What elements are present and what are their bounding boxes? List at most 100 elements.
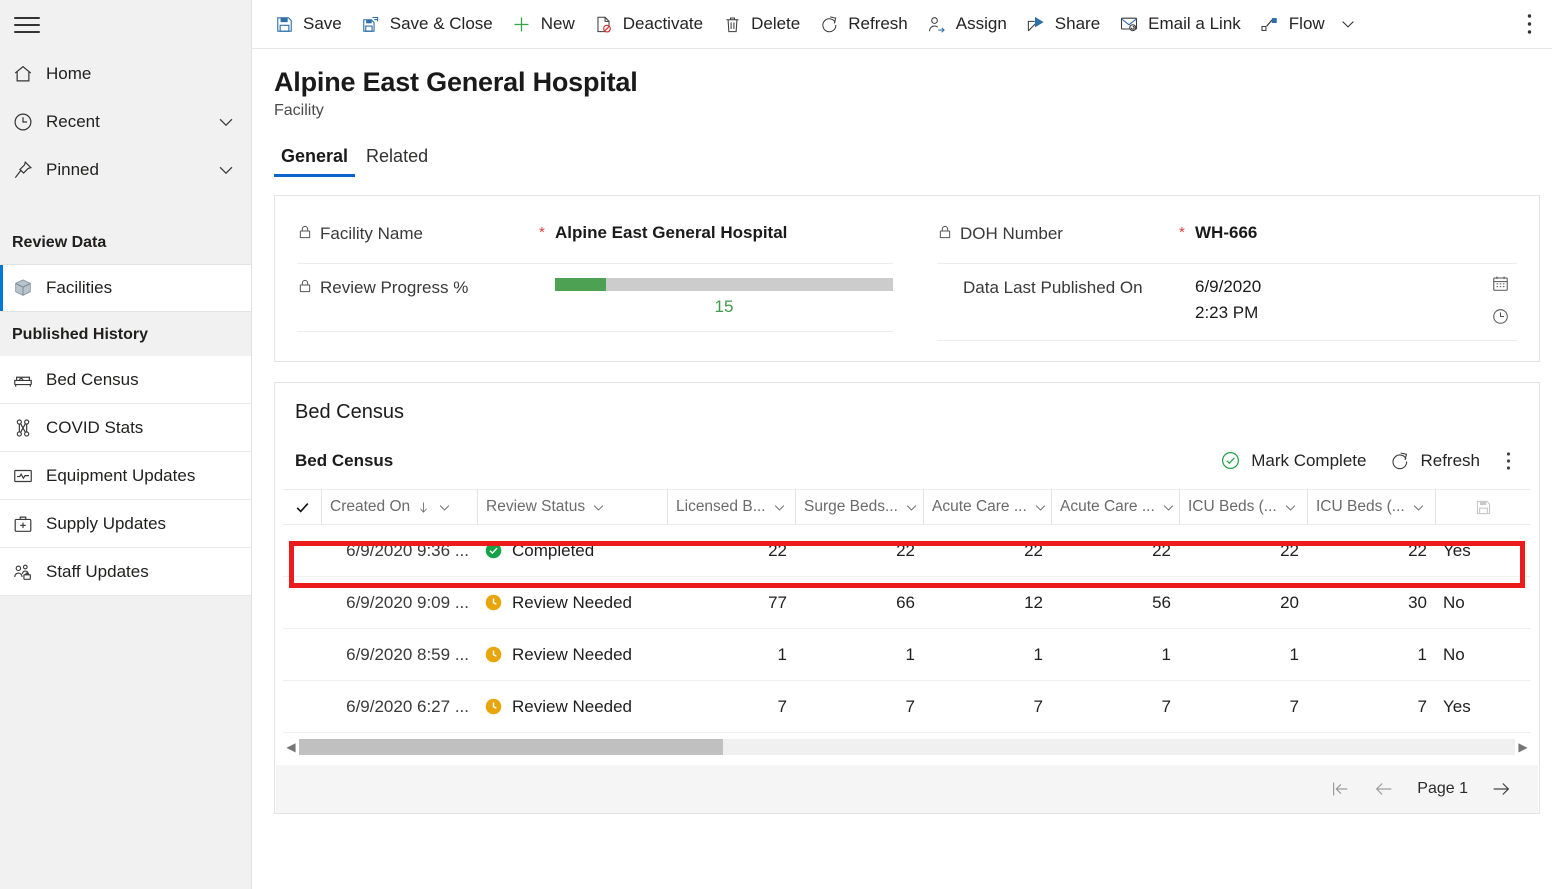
chevron-down-icon[interactable]	[215, 159, 237, 181]
table-row[interactable]: 6/9/2020 8:59 ...Review Needed111111No	[283, 629, 1531, 681]
select-all-checkbox[interactable]	[283, 489, 321, 525]
sidebar-item-recent[interactable]: Recent	[0, 98, 251, 146]
mark-complete-button[interactable]: Mark Complete	[1210, 444, 1376, 477]
cell-icu-beds-1[interactable]: 7	[1179, 697, 1307, 717]
cell-icu-beds-1[interactable]: 1	[1179, 645, 1307, 665]
cell-created-on[interactable]: 6/9/2020 9:09 ...	[321, 593, 477, 613]
cell-icu-beds-1[interactable]: 20	[1179, 593, 1307, 613]
sidebar-item-home[interactable]: Home	[0, 50, 251, 98]
column-header-surge-beds[interactable]: Surge Beds...	[795, 489, 923, 525]
chevron-down-icon[interactable]	[772, 500, 787, 515]
page-prev-button[interactable]	[1373, 778, 1395, 800]
save-and-close-button[interactable]: Save & Close	[351, 4, 502, 44]
facility-name-value[interactable]: Alpine East General Hospital	[555, 218, 893, 243]
command-bar-overflow-button[interactable]	[1521, 4, 1546, 44]
new-button[interactable]: New	[502, 4, 584, 44]
cell-review-status[interactable]: Completed	[477, 541, 667, 561]
cell-acute-care-2[interactable]: 56	[1051, 593, 1179, 613]
chevron-down-icon[interactable]	[1033, 500, 1048, 515]
cell-acute-care-1[interactable]: 7	[923, 697, 1051, 717]
cell-licensed-beds[interactable]: 22	[667, 541, 795, 561]
cell-review-status[interactable]: Review Needed	[477, 593, 667, 613]
page-next-button[interactable]	[1490, 778, 1512, 800]
deactivate-button[interactable]: Deactivate	[584, 4, 712, 44]
column-header-icu-beds-1[interactable]: ICU Beds (...	[1179, 489, 1307, 525]
sidebar-item-equipment-updates[interactable]: Equipment Updates	[0, 452, 251, 500]
tab-general[interactable]: General	[274, 142, 355, 177]
cell-acute-care-2[interactable]: 1	[1051, 645, 1179, 665]
cell-licensed-beds[interactable]: 1	[667, 645, 795, 665]
cell-acute-care-1[interactable]: 1	[923, 645, 1051, 665]
email-a-link-button[interactable]: Email a Link	[1109, 4, 1250, 44]
table-row[interactable]: 6/9/2020 6:27 ...Review Needed777777Yes	[283, 681, 1531, 733]
column-header-licensed-beds[interactable]: Licensed B...	[667, 489, 795, 525]
save-column-layout-button[interactable]	[1435, 489, 1531, 525]
cell-icu-beds-1[interactable]: 22	[1179, 541, 1307, 561]
scrollbar-track[interactable]	[299, 739, 1515, 755]
cell-icu-beds-2[interactable]: 22	[1307, 541, 1435, 561]
sidebar-item-facilities[interactable]: Facilities	[0, 264, 251, 312]
grid-overflow-button[interactable]	[1494, 445, 1523, 477]
page-first-button[interactable]	[1329, 778, 1351, 800]
chevron-down-icon[interactable]	[437, 500, 452, 515]
chevron-down-icon[interactable]	[1161, 500, 1176, 515]
date-value[interactable]: 6/9/2020	[1195, 274, 1483, 300]
grid-refresh-button[interactable]: Refresh	[1380, 445, 1490, 477]
clock-icon[interactable]	[1491, 307, 1510, 326]
column-header-review-status[interactable]: Review Status	[477, 489, 667, 525]
cell-surge-beds[interactable]: 7	[795, 697, 923, 717]
triangle-right-icon[interactable]: ▶	[1515, 740, 1531, 754]
chevron-down-icon[interactable]	[904, 500, 919, 515]
cell-licensed-beds[interactable]: 77	[667, 593, 795, 613]
cell-review-status[interactable]: Review Needed	[477, 697, 667, 717]
cell-icu-beds-2[interactable]: 30	[1307, 593, 1435, 613]
sidebar-item-staff-updates[interactable]: Staff Updates	[0, 548, 251, 596]
tab-related[interactable]: Related	[359, 142, 435, 177]
save-button[interactable]: Save	[264, 4, 351, 44]
chevron-down-icon[interactable]	[1411, 500, 1426, 515]
chevron-down-icon[interactable]	[1283, 500, 1298, 515]
scrollbar-thumb[interactable]	[299, 739, 723, 755]
cell-acute-care-2[interactable]: 7	[1051, 697, 1179, 717]
cell-acute-care-2[interactable]: 22	[1051, 541, 1179, 561]
column-header-created-on[interactable]: Created On	[321, 489, 477, 525]
cell-surge-beds[interactable]: 1	[795, 645, 923, 665]
time-value[interactable]: 2:23 PM	[1195, 300, 1483, 326]
cell-last-column[interactable]: No	[1435, 645, 1531, 665]
cell-acute-care-1[interactable]: 22	[923, 541, 1051, 561]
cell-surge-beds[interactable]: 66	[795, 593, 923, 613]
sidebar-item-bed-census[interactable]: Bed Census	[0, 356, 251, 404]
cell-licensed-beds[interactable]: 7	[667, 697, 795, 717]
column-header-acute-care-2[interactable]: Acute Care ...	[1051, 489, 1179, 525]
triangle-left-icon[interactable]: ◀	[283, 740, 299, 754]
cell-created-on[interactable]: 6/9/2020 8:59 ...	[321, 645, 477, 665]
hamburger-menu-button[interactable]	[0, 0, 251, 50]
refresh-button[interactable]: Refresh	[809, 4, 917, 44]
sidebar-item-pinned[interactable]: Pinned	[0, 146, 251, 194]
flow-chevron-down-icon[interactable]	[1334, 4, 1362, 44]
delete-button[interactable]: Delete	[712, 4, 809, 44]
sidebar-item-supply-updates[interactable]: Supply Updates	[0, 500, 251, 548]
cell-surge-beds[interactable]: 22	[795, 541, 923, 561]
grid-horizontal-scrollbar[interactable]: ◀ ▶	[283, 737, 1531, 757]
calendar-icon[interactable]	[1491, 274, 1510, 293]
doh-number-value[interactable]: WH-666	[1195, 218, 1517, 243]
cell-last-column[interactable]: Yes	[1435, 697, 1531, 717]
sidebar-item-covid-stats[interactable]: COVID Stats	[0, 404, 251, 452]
column-header-icu-beds-2[interactable]: ICU Beds (...	[1307, 489, 1435, 525]
column-header-acute-care-1[interactable]: Acute Care ...	[923, 489, 1051, 525]
cell-created-on[interactable]: 6/9/2020 6:27 ...	[321, 697, 477, 717]
share-button[interactable]: Share	[1016, 4, 1109, 44]
chevron-down-icon[interactable]	[215, 111, 237, 133]
cell-acute-care-1[interactable]: 12	[923, 593, 1051, 613]
flow-button[interactable]: Flow	[1250, 4, 1334, 44]
table-row[interactable]: 6/9/2020 9:09 ...Review Needed7766125620…	[283, 577, 1531, 629]
table-row[interactable]: 6/9/2020 9:36 ...Completed222222222222Ye…	[283, 525, 1531, 577]
cell-created-on[interactable]: 6/9/2020 9:36 ...	[321, 541, 477, 561]
cell-last-column[interactable]: No	[1435, 593, 1531, 613]
cell-icu-beds-2[interactable]: 1	[1307, 645, 1435, 665]
cell-icu-beds-2[interactable]: 7	[1307, 697, 1435, 717]
chevron-down-icon[interactable]	[591, 500, 606, 515]
assign-button[interactable]: Assign	[917, 4, 1016, 44]
cell-last-column[interactable]: Yes	[1435, 541, 1531, 561]
